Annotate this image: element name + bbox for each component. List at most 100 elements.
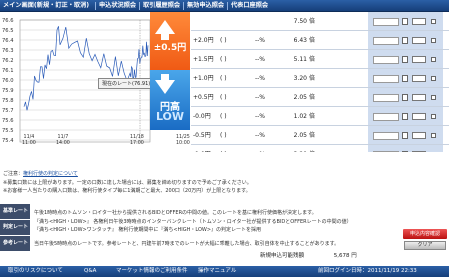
footer-bar: 取引のリスクについて Q&A マーケット情報のご利用条件 操作マニュアル 前回ロ… xyxy=(0,266,449,277)
y-tick-label: 76.1 xyxy=(2,68,14,74)
select-checkbox[interactable] xyxy=(431,57,436,62)
footer-qa-link[interactable]: Q&A xyxy=(84,266,96,277)
clear-button[interactable]: クリア xyxy=(404,241,446,250)
quantity-stepper[interactable] xyxy=(402,18,408,25)
probability: --% xyxy=(254,113,265,120)
available-balance: 新規申込可能残額 5,678 円 xyxy=(260,251,357,259)
available-balance-label: 新規申込可能残額 xyxy=(260,253,305,259)
payout-multiple: 7.50 xyxy=(293,18,307,25)
nav-invalid[interactable]: 無効申込照会 xyxy=(187,0,224,12)
promo-low-label: LOW xyxy=(155,110,185,123)
probability: --% xyxy=(254,37,265,44)
strike-rate: +1.5円 xyxy=(193,56,214,63)
strike-paren: ( ) xyxy=(220,94,227,101)
y-tick-label: 76.3 xyxy=(2,48,14,54)
judge-rate-text-1: 『満ち<HIGH・LOW>』 各権利日午後3時時点のインターバンクレート（トムソ… xyxy=(34,219,352,225)
y-tick-label: 75.6 xyxy=(2,118,14,124)
confirm-button[interactable]: 申込内容確認 xyxy=(403,229,447,239)
type-dropdown[interactable] xyxy=(412,113,426,120)
footer-market-link[interactable]: マーケット情報のご利用条件 xyxy=(116,266,188,277)
y-tick-label: 75.5 xyxy=(2,128,14,134)
payout-multiple: 6.43 xyxy=(293,37,307,44)
y-tick-label: 75.4 xyxy=(2,138,14,144)
nav-separator xyxy=(183,2,184,10)
payout-unit: 倍 xyxy=(309,75,316,82)
type-dropdown[interactable] xyxy=(412,56,426,63)
quantity-input[interactable] xyxy=(373,113,399,121)
quantity-input[interactable] xyxy=(373,56,399,64)
notice-link[interactable]: 権利行使の判定について xyxy=(23,171,78,177)
notice-line: ご注意：権利行使の判定について xyxy=(3,170,78,177)
promo-high-text: ±0.5円 xyxy=(153,43,187,53)
payout-multiple: 5.11 xyxy=(293,56,307,63)
nav-separator xyxy=(227,2,228,10)
notice-title: ご注意： xyxy=(3,171,24,177)
y-tick-label: 76.4 xyxy=(2,38,14,44)
y-tick-label: 75.7 xyxy=(2,108,14,114)
available-balance-value: 5,678 円 xyxy=(333,253,357,259)
strike-paren: ( ) xyxy=(220,56,227,63)
type-dropdown[interactable] xyxy=(412,37,426,44)
select-checkbox[interactable] xyxy=(431,19,436,24)
select-checkbox[interactable] xyxy=(431,133,436,138)
arrow-up-stem xyxy=(161,34,169,40)
table-row: -0.0円 ( ) --% 1.02 倍 xyxy=(191,107,449,126)
select-checkbox[interactable] xyxy=(431,95,436,100)
quantity-input[interactable] xyxy=(373,132,399,140)
type-dropdown[interactable] xyxy=(412,18,426,25)
probability: --% xyxy=(254,132,265,139)
quantity-input[interactable] xyxy=(373,37,399,45)
judge-rate-text-2: 『満ち<HIGH・LOW>ワンタッチ』 権利行使期間中に『満ち<HIGH・LOW… xyxy=(34,227,262,233)
payout-unit: 倍 xyxy=(309,37,316,44)
nav-status[interactable]: 申込状況照会 xyxy=(99,0,136,12)
y-tick-label: 76.0 xyxy=(2,78,14,84)
arrow-down-icon xyxy=(155,80,175,94)
nav-history[interactable]: 取引履歴照会 xyxy=(143,0,180,12)
notice-text: ※募集口数には上限があります。一定の口数に達した場合には、募集を締め切りますので… xyxy=(3,180,252,186)
top-nav: メイン画面(新規・訂正・取消) 申込状況照会 取引履歴照会 無効申込照会 代表口… xyxy=(0,0,449,12)
quantity-input[interactable] xyxy=(373,18,399,26)
select-checkbox[interactable] xyxy=(431,76,436,81)
label-judge-rate: 判定レート xyxy=(0,220,30,235)
footer-manual-link[interactable]: 操作マニュアル xyxy=(198,266,236,277)
current-rate-tooltip: 現在のレート(76.91) xyxy=(98,78,155,89)
nav-account[interactable]: 代表口座照会 xyxy=(231,0,268,12)
strike-paren: ( ) xyxy=(220,132,227,139)
quantity-stepper[interactable] xyxy=(402,113,408,120)
quantity-input[interactable] xyxy=(373,75,399,83)
x-tick-label: 11/18 17:00 xyxy=(130,135,144,147)
select-checkbox[interactable] xyxy=(431,114,436,119)
footer-risk-link[interactable]: 取引のリスクについて xyxy=(8,266,63,277)
strike-paren: ( ) xyxy=(220,37,227,44)
y-tick-label: 76.2 xyxy=(2,58,14,64)
payout-unit: 倍 xyxy=(309,132,316,139)
info-section: ご注意：権利行使の判定について ※募集口数には上限があります。一定の口数に達した… xyxy=(0,152,449,251)
quantity-stepper[interactable] xyxy=(402,75,408,82)
promo-low-banner[interactable]: 円高 LOW xyxy=(150,70,190,130)
ref-rate-text: 当日午後5時時点のレートです。参考レートと、円建午前7時までのレートが大幅に乖離… xyxy=(34,241,340,247)
select-checkbox[interactable] xyxy=(431,38,436,43)
strike-rate: +0.5円 xyxy=(193,94,214,101)
quantity-stepper[interactable] xyxy=(402,56,408,63)
type-dropdown[interactable] xyxy=(412,132,426,139)
y-tick-label: 75.9 xyxy=(2,88,14,94)
quantity-stepper[interactable] xyxy=(402,94,408,101)
quantity-stepper[interactable] xyxy=(402,132,408,139)
last-login: 前回ログイン日時：2011/11/19 22:33 xyxy=(318,268,417,274)
quantity-input[interactable] xyxy=(373,94,399,102)
x-tick-label: 11/7 14:00 xyxy=(56,135,70,147)
payout-unit: 倍 xyxy=(309,94,316,101)
table-row: 7.50 倍 xyxy=(191,12,449,31)
strike-rate xyxy=(193,12,233,31)
probability xyxy=(245,12,265,31)
nav-main[interactable]: メイン画面(新規・訂正・取消) xyxy=(3,0,89,12)
x-tick-time: 10:00 xyxy=(176,141,190,146)
quantity-stepper[interactable] xyxy=(402,37,408,44)
payout-unit: 倍 xyxy=(309,113,316,120)
strike-rate: -0.0円 xyxy=(193,113,211,120)
table-row: +1.0円 ( ) --% 3.20 倍 xyxy=(191,69,449,88)
payout-unit: 倍 xyxy=(309,18,316,25)
type-dropdown[interactable] xyxy=(412,75,426,82)
base-rate-text: 午後1時時点のトムソン・ロイター社から提供されるBIDとOFFERの中間の値。こ… xyxy=(34,210,317,216)
type-dropdown[interactable] xyxy=(412,94,426,101)
